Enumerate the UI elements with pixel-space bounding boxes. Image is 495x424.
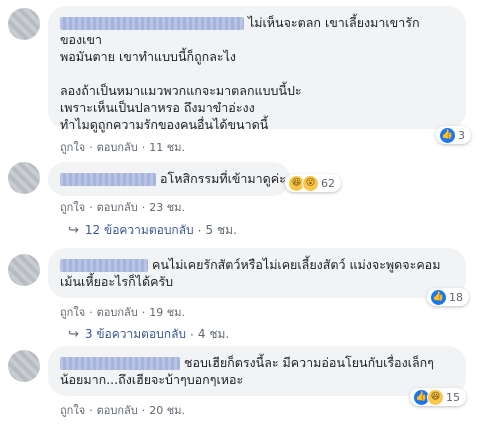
like-reaction-icon: 👍 — [430, 288, 447, 306]
commenter-name[interactable] — [60, 17, 244, 30]
commenter-name[interactable] — [60, 357, 180, 370]
reply-arrow-icon: ↪ — [68, 223, 79, 238]
like-action[interactable]: ถูกใจ — [60, 201, 85, 214]
view-replies-link[interactable]: ↪ 12 ข้อความตอบกลับ · 5 ชม. — [68, 221, 237, 240]
commenter-avatar[interactable] — [8, 350, 40, 382]
comment-time[interactable]: 19 ชม. — [149, 306, 185, 319]
reaction-summary[interactable]: 👍 3 — [436, 126, 471, 144]
commenter-avatar[interactable] — [8, 8, 40, 40]
wow-reaction-icon: 😮 — [302, 174, 319, 192]
comment-time[interactable]: 11 ชม. — [149, 141, 185, 154]
comment-bubble: ไม่เห็นจะตลก เขาเลี้ยงมาเขารัก ของเขา พอ… — [48, 6, 466, 132]
commenter-avatar[interactable] — [8, 162, 40, 194]
reply-action[interactable]: ตอบกลับ — [97, 141, 138, 154]
reaction-summary[interactable]: 😆 😮 62 — [285, 174, 341, 192]
comment-bubble: คนไม่เคยรักสัตว์หรือไม่เคยเลี้ยงสัตว์ แม… — [48, 248, 466, 298]
commenter-name[interactable] — [60, 173, 156, 186]
comment-actions: ถูกใจ · ตอบกลับ · 20 ชม. — [60, 404, 185, 417]
comment-actions: ถูกใจ · ตอบกลับ · 23 ชม. — [60, 201, 185, 214]
reply-action[interactable]: ตอบกลับ — [97, 201, 138, 214]
reaction-count: 15 — [446, 390, 460, 404]
reaction-count: 3 — [458, 128, 465, 142]
view-replies-link[interactable]: ↪ 3 ข้อความตอบกลับ · 4 ชม. — [68, 325, 229, 344]
reaction-summary[interactable]: 👍 18 — [427, 288, 469, 306]
comment-bubble: อโหสิกรรมที่เข้ามาดูค่ะ — [48, 162, 290, 196]
comment-bubble: ชอบเฮียก็ตรงนี้ละ มีความอ่อนโยนกับเรื่อง… — [48, 346, 466, 396]
comment-text-line: เพราะเห็นเป็นปลาหรอ ถึงมาขำอ่ะงง — [60, 100, 255, 115]
comment-text-line: เม้นเหี้ยอะไรก็ได้ครับ — [60, 274, 174, 289]
comment-time[interactable]: 20 ชม. — [149, 404, 185, 417]
comment-text-line: ลองถ้าเป็นหมาแมวพวกแกจะมาตลกแบบนี้ปะ — [60, 83, 302, 98]
comment-time[interactable]: 23 ชม. — [149, 201, 185, 214]
reply-count-label: 12 ข้อความตอบกลับ — [84, 223, 194, 237]
reply-time: 5 ชม. — [205, 223, 237, 237]
reaction-count: 62 — [321, 176, 335, 190]
reply-time: 4 ชม. — [197, 327, 230, 341]
comment-text-line: ไม่เห็นจะตลก เขาเลี้ยงมาเขารัก — [248, 15, 420, 30]
comment-text-line: คนไม่เคยรักสัตว์หรือไม่เคยเลี้ยงสัตว์ แม… — [152, 257, 441, 272]
comment-text-line: ของเขา — [60, 32, 102, 47]
reply-action[interactable]: ตอบกลับ — [97, 306, 138, 319]
reply-action[interactable]: ตอบกลับ — [97, 404, 138, 417]
like-action[interactable]: ถูกใจ — [60, 306, 85, 319]
comment-actions: ถูกใจ · ตอบกลับ · 11 ชม. — [60, 141, 185, 154]
comment-actions: ถูกใจ · ตอบกลับ · 19 ชม. — [60, 306, 185, 319]
comment-text-line: ชอบเฮียก็ตรงนี้ละ มีความอ่อนโยนกับเรื่อง… — [184, 355, 434, 370]
commenter-avatar[interactable] — [8, 254, 40, 286]
comment-text-line: อโหสิกรรมที่เข้ามาดูค่ะ — [160, 171, 286, 186]
comment-text-line: ทำไมดูถูกความรักของคนอื่นได้ขนาดนี้ — [60, 117, 269, 132]
comment-text-line — [60, 65, 454, 82]
haha-reaction-icon: 😆 — [427, 388, 444, 406]
reply-arrow-icon: ↪ — [68, 327, 79, 342]
like-action[interactable]: ถูกใจ — [60, 141, 85, 154]
like-reaction-icon: 👍 — [439, 126, 456, 144]
comment-text-line: น้อยมาก...ถึงเฮียจะบ้าๆบอกๆเหอะ — [60, 372, 244, 387]
commenter-name[interactable] — [60, 259, 148, 272]
like-action[interactable]: ถูกใจ — [60, 404, 85, 417]
reaction-summary[interactable]: 👍 😆 15 — [410, 388, 466, 406]
reply-count-label: 3 ข้อความตอบกลับ — [84, 327, 187, 341]
comment-text-line: พอมันตาย เขาทำแบบนี้ก็ถูกละไง — [60, 49, 237, 64]
reaction-count: 18 — [449, 290, 463, 304]
